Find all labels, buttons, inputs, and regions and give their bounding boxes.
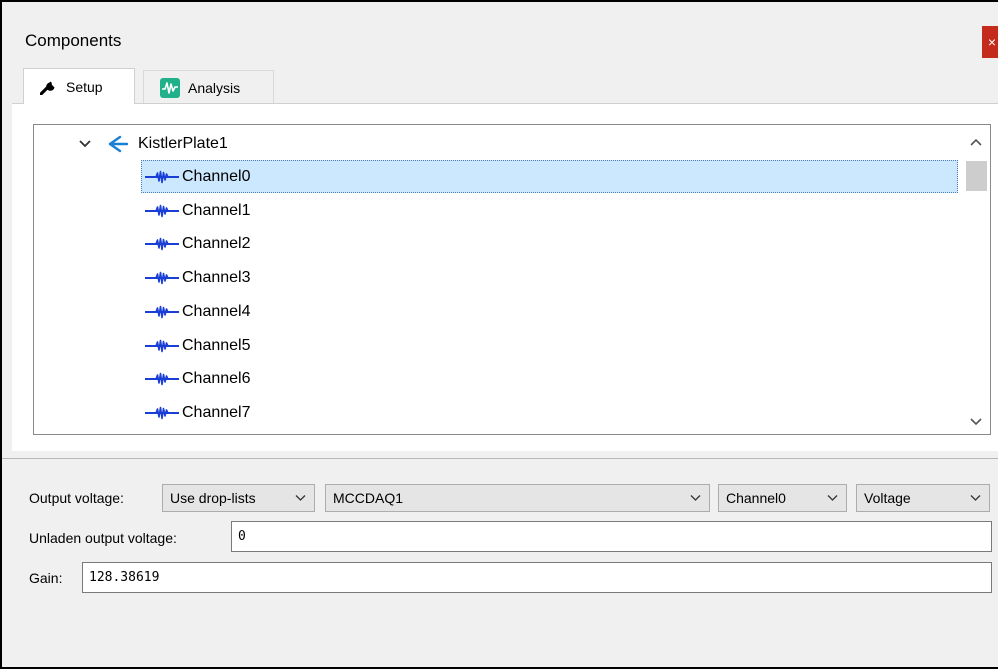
scroll-down-icon[interactable] [962, 407, 990, 434]
signal-waveform-icon [144, 372, 180, 386]
title-bar: Components × [2, 2, 998, 68]
type-select-value: Voltage [864, 490, 911, 506]
tab-analysis[interactable]: Analysis [143, 70, 274, 104]
tree-item-label: Channel2 [182, 234, 251, 252]
signal-waveform-icon [144, 305, 180, 319]
kistler-plate-icon [106, 135, 129, 153]
tree-item-channel[interactable]: Channel0 [141, 160, 958, 193]
tree-item-channel[interactable]: Channel7 [141, 396, 958, 429]
chevron-down-icon [970, 494, 981, 502]
chevron-down-icon [690, 494, 701, 502]
signal-waveform-icon [144, 170, 180, 184]
properties-panel: Output voltage: Use drop-lists MCCDAQ1 C… [2, 459, 998, 667]
tree-root-label: KistlerPlate1 [138, 134, 228, 152]
tab-analysis-label: Analysis [188, 79, 241, 96]
setup-panel: KistlerPlate1 Channel0 Channel1 Channel2 Ch… [12, 103, 998, 451]
chevron-down-icon [295, 494, 306, 502]
waveform-icon [160, 77, 180, 98]
channel-select-value: Channel0 [726, 490, 786, 506]
tree-item-label: Channel4 [182, 302, 251, 320]
gain-field[interactable] [82, 562, 992, 593]
gain-label: Gain: [29, 570, 63, 586]
tree-item-label: Channel6 [182, 369, 251, 387]
tab-bar: Setup Analysis [2, 68, 998, 104]
chevron-down-icon [827, 494, 838, 502]
tree-item-channel[interactable]: Channel1 [141, 194, 958, 227]
tree-item-channel[interactable]: Channel2 [141, 227, 958, 260]
tree-item-label: Channel0 [182, 167, 251, 185]
tree-item-label: Channel3 [182, 268, 251, 286]
window-title: Components [25, 31, 122, 50]
tree-item-channel[interactable]: Channel6 [141, 362, 958, 395]
device-select[interactable]: MCCDAQ1 [325, 484, 710, 512]
tab-setup[interactable]: Setup [23, 68, 135, 104]
scroll-thumb[interactable] [966, 161, 987, 191]
type-select[interactable]: Voltage [856, 484, 990, 512]
close-button[interactable]: × [982, 26, 998, 58]
unladen-voltage-field[interactable] [231, 521, 992, 552]
device-select-value: MCCDAQ1 [333, 490, 404, 506]
signal-waveform-icon [144, 271, 180, 285]
signal-waveform-icon [144, 237, 180, 251]
tree-scrollbar[interactable] [962, 125, 990, 434]
tree-item-channel[interactable]: Channel4 [141, 295, 958, 328]
signal-waveform-icon [144, 204, 180, 218]
mode-select[interactable]: Use drop-lists [162, 484, 315, 512]
component-tree[interactable]: KistlerPlate1 Channel0 Channel1 Channel2 Ch… [33, 124, 991, 435]
tree-item-channel[interactable]: Channel3 [141, 261, 958, 294]
close-icon: × [987, 34, 997, 50]
signal-waveform-icon [144, 339, 180, 353]
unladen-voltage-label: Unladen output voltage: [29, 530, 177, 546]
channel-select[interactable]: Channel0 [718, 484, 847, 512]
tree-item-label: Channel1 [182, 201, 251, 219]
components-window: Components × Setup Analysis KistlerPlate… [0, 0, 998, 669]
tree-item-channel[interactable]: Channel5 [141, 329, 958, 362]
mode-select-value: Use drop-lists [170, 490, 256, 506]
tree-item-label: Channel5 [182, 336, 251, 354]
tree-item-label: Channel7 [182, 403, 251, 421]
output-voltage-label: Output voltage: [29, 490, 124, 506]
signal-waveform-icon [144, 406, 180, 420]
chevron-down-icon[interactable] [78, 139, 94, 149]
wrench-icon [39, 79, 58, 96]
tree-root-kistlerplate1[interactable]: KistlerPlate1 [78, 127, 228, 160]
scroll-up-icon[interactable] [962, 129, 990, 157]
tab-setup-label: Setup [66, 78, 103, 95]
